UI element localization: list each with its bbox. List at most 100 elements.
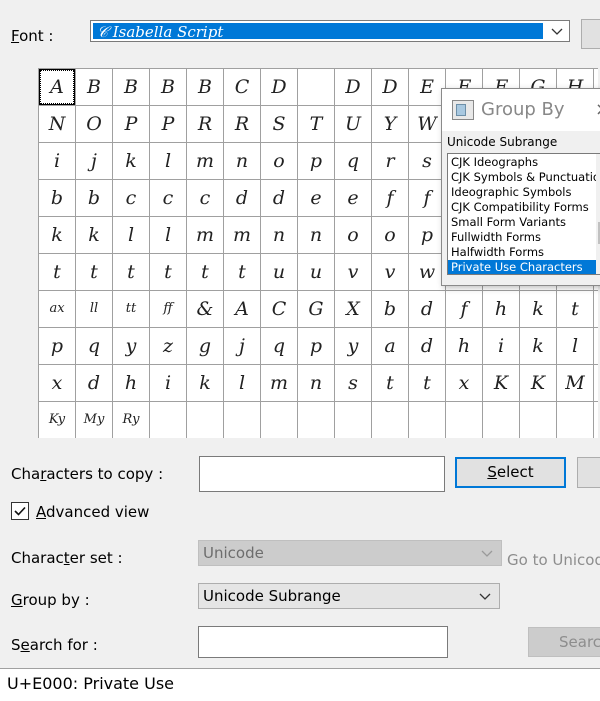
glyph-cell[interactable]: h xyxy=(483,291,520,328)
glyph-cell[interactable]: ax xyxy=(39,291,76,328)
glyph-cell[interactable]: f xyxy=(372,180,409,217)
glyph-cell[interactable] xyxy=(150,402,187,438)
glyph-cell[interactable]: g xyxy=(187,328,224,365)
glyph-cell[interactable]: ll xyxy=(76,291,113,328)
glyph-cell[interactable]: k xyxy=(187,365,224,402)
glyph-cell[interactable]: d xyxy=(224,180,261,217)
glyph-cell[interactable]: u xyxy=(298,254,335,291)
glyph-cell[interactable]: i xyxy=(39,143,76,180)
glyph-cell[interactable]: m xyxy=(187,143,224,180)
glyph-cell[interactable]: k xyxy=(76,217,113,254)
glyph-cell[interactable] xyxy=(446,402,483,438)
glyph-cell[interactable]: t xyxy=(372,365,409,402)
glyph-cell[interactable]: m xyxy=(187,217,224,254)
glyph-cell[interactable]: l xyxy=(150,143,187,180)
glyph-cell[interactable]: B xyxy=(187,69,224,106)
popup-list-item[interactable]: CJK Compatibility Forms xyxy=(448,200,599,215)
glyph-cell[interactable]: O xyxy=(76,106,113,143)
glyph-cell[interactable]: b xyxy=(372,291,409,328)
popup-list-item[interactable]: Small Form Variants xyxy=(448,215,599,230)
glyph-cell[interactable]: k xyxy=(113,143,150,180)
glyph-cell[interactable]: u xyxy=(261,254,298,291)
glyph-cell[interactable] xyxy=(335,402,372,438)
glyph-cell[interactable]: k xyxy=(520,328,557,365)
glyph-cell[interactable]: B xyxy=(113,69,150,106)
advanced-view-checkbox[interactable] xyxy=(11,502,29,520)
glyph-cell[interactable]: t xyxy=(39,254,76,291)
glyph-cell[interactable]: Ky xyxy=(39,402,76,438)
glyph-cell[interactable]: d xyxy=(261,180,298,217)
glyph-cell[interactable]: r xyxy=(372,143,409,180)
glyph-cell[interactable] xyxy=(483,402,520,438)
glyph-cell[interactable]: t xyxy=(113,254,150,291)
glyph-cell[interactable]: M xyxy=(594,365,598,402)
close-icon[interactable]: × xyxy=(595,99,600,120)
glyph-cell[interactable]: y xyxy=(335,328,372,365)
glyph-cell[interactable]: n xyxy=(224,143,261,180)
popup-subrange-list[interactable]: CJK Ideographs CJK Symbols & Punctuation… xyxy=(447,153,600,275)
glyph-cell[interactable]: R xyxy=(187,106,224,143)
group-by-popup[interactable]: Group By × Unicode Subrange CJK Ideograp… xyxy=(441,88,600,286)
glyph-cell[interactable]: e xyxy=(335,180,372,217)
glyph-cell[interactable] xyxy=(372,402,409,438)
popup-list-item[interactable]: CJK Ideographs xyxy=(448,155,599,170)
glyph-cell[interactable]: B xyxy=(150,69,187,106)
glyph-cell[interactable]: h xyxy=(113,365,150,402)
glyph-cell[interactable]: & xyxy=(187,291,224,328)
glyph-cell[interactable]: q xyxy=(261,328,298,365)
popup-list-item[interactable]: Fullwidth Forms xyxy=(448,230,599,245)
glyph-cell[interactable]: tt xyxy=(113,291,150,328)
copy-button[interactable] xyxy=(577,457,600,488)
glyph-cell[interactable] xyxy=(520,402,557,438)
glyph-cell[interactable] xyxy=(557,402,594,438)
glyph-cell[interactable]: l xyxy=(557,328,594,365)
glyph-cell[interactable]: G xyxy=(298,291,335,328)
glyph-cell[interactable]: l xyxy=(150,217,187,254)
glyph-cell[interactable]: m xyxy=(224,217,261,254)
glyph-cell[interactable]: p xyxy=(39,328,76,365)
glyph-cell[interactable]: n xyxy=(298,217,335,254)
glyph-cell[interactable]: s xyxy=(335,365,372,402)
glyph-cell[interactable]: Ry xyxy=(113,402,150,438)
glyph-cell[interactable]: t xyxy=(224,254,261,291)
select-button[interactable]: Select xyxy=(455,457,566,488)
glyph-cell[interactable]: k xyxy=(39,217,76,254)
search-input[interactable] xyxy=(198,626,448,658)
glyph-cell[interactable]: t xyxy=(594,291,598,328)
glyph-cell[interactable]: S xyxy=(261,106,298,143)
glyph-cell[interactable]: A xyxy=(39,69,76,106)
glyph-cell[interactable]: d xyxy=(409,328,446,365)
glyph-cell[interactable]: c xyxy=(113,180,150,217)
glyph-cell[interactable]: t xyxy=(409,365,446,402)
glyph-cell[interactable]: a xyxy=(372,328,409,365)
glyph-cell[interactable]: v xyxy=(372,254,409,291)
glyph-cell[interactable] xyxy=(409,402,446,438)
glyph-cell[interactable]: f xyxy=(446,291,483,328)
glyph-cell[interactable]: t xyxy=(557,291,594,328)
glyph-cell[interactable]: P xyxy=(113,106,150,143)
glyph-cell[interactable]: t xyxy=(150,254,187,291)
glyph-cell[interactable]: l xyxy=(113,217,150,254)
glyph-cell[interactable] xyxy=(224,402,261,438)
glyph-cell[interactable]: e xyxy=(298,180,335,217)
glyph-cell[interactable]: l xyxy=(224,365,261,402)
glyph-cell[interactable]: o xyxy=(372,217,409,254)
glyph-cell[interactable] xyxy=(261,402,298,438)
glyph-cell[interactable]: v xyxy=(335,254,372,291)
popup-list-item-selected[interactable]: Private Use Characters xyxy=(448,260,599,274)
glyph-cell[interactable]: n xyxy=(298,365,335,402)
glyph-cell[interactable] xyxy=(298,402,335,438)
popup-list-item[interactable]: Ideographic Symbols xyxy=(448,185,599,200)
glyph-cell[interactable]: d xyxy=(409,291,446,328)
glyph-cell[interactable]: h xyxy=(446,328,483,365)
search-button[interactable]: Search xyxy=(528,627,600,657)
font-combobox[interactable]: 𝒞 Isabella Script xyxy=(90,20,570,42)
glyph-cell[interactable]: i xyxy=(483,328,520,365)
glyph-cell[interactable]: c xyxy=(150,180,187,217)
glyph-cell[interactable]: x xyxy=(39,365,76,402)
glyph-cell[interactable]: P xyxy=(150,106,187,143)
glyph-cell[interactable]: C xyxy=(224,69,261,106)
glyph-cell[interactable]: t xyxy=(76,254,113,291)
glyph-cell[interactable]: q xyxy=(76,328,113,365)
glyph-cell[interactable]: Y xyxy=(372,106,409,143)
